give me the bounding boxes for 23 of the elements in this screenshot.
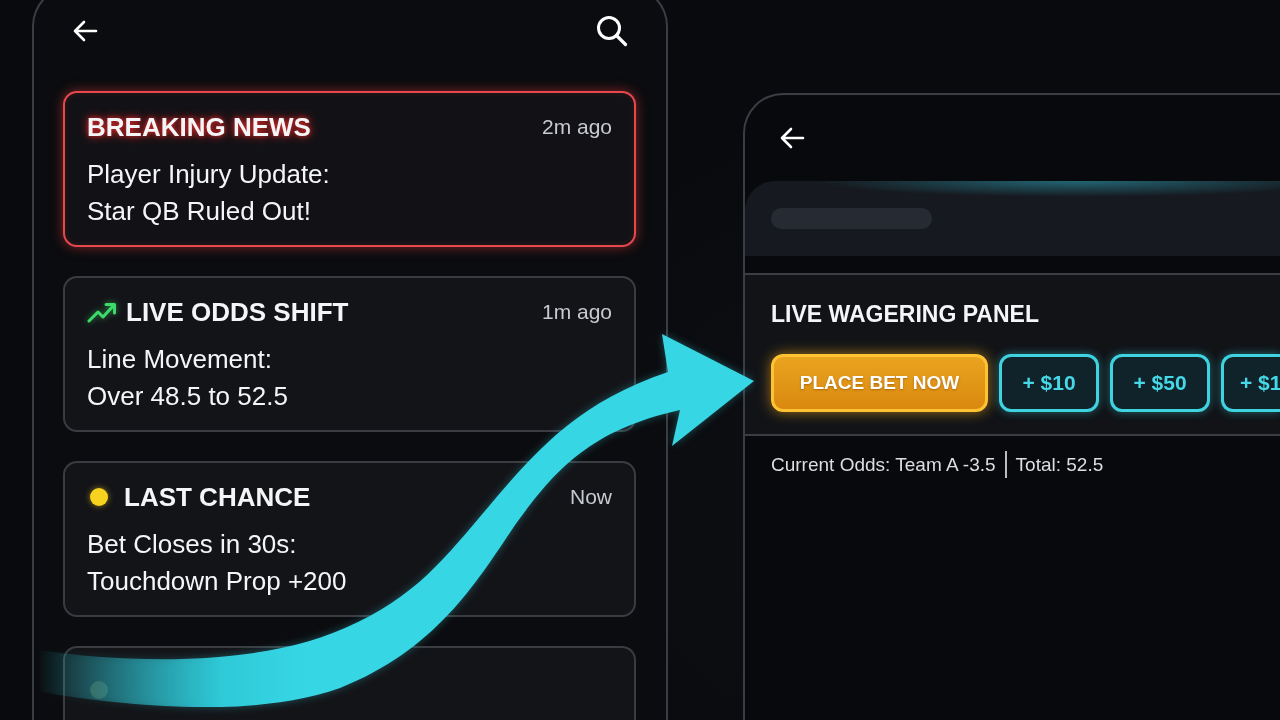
- notification-time: 1m ago: [541, 299, 612, 325]
- amount-button[interactable]: + $50: [1110, 354, 1210, 412]
- back-arrow-icon[interactable]: [779, 126, 806, 150]
- total-text: Total: 52.5: [1015, 452, 1104, 477]
- notification-text: Bet Closes in 30s: Touchdown Prop +200: [87, 528, 348, 598]
- notification-card[interactable]: BREAKING NEWS 2m ago Player Injury Update: Star QB Ruled Out!: [63, 91, 636, 247]
- back-arrow-icon[interactable]: [72, 19, 99, 43]
- notification-text: Player Injury Update: Star QB Ruled Out!: [87, 158, 331, 228]
- notification-card[interactable]: LAST CHANCE Now Bet Closes in 30s: Touchdown Prop +200: [63, 461, 636, 617]
- notification-title: BREAKING NEWS: [87, 111, 311, 143]
- status-dot-icon: [90, 488, 108, 506]
- notification-title: LIVE ODDS SHIFT: [126, 296, 349, 328]
- amount-button[interactable]: + $1: [1221, 354, 1280, 412]
- amount-button[interactable]: + $10: [999, 354, 1099, 412]
- notification-title: LAST CHANCE: [124, 481, 311, 513]
- search-icon[interactable]: [596, 15, 628, 47]
- panel-title: LIVE WAGERING PANEL: [771, 300, 1040, 329]
- odds-text: Current Odds: Team A -3.5: [771, 452, 996, 477]
- trend-up-icon: [87, 300, 117, 324]
- notification-card[interactable]: LIVE ODDS SHIFT 1m ago Line Movement: Over 48.5 to 52.5: [63, 276, 636, 432]
- notification-time: 2m ago: [541, 114, 612, 140]
- notification-time: Now: [570, 484, 612, 510]
- notification-text: Line Movement: Over 48.5 to 52.5: [87, 343, 289, 413]
